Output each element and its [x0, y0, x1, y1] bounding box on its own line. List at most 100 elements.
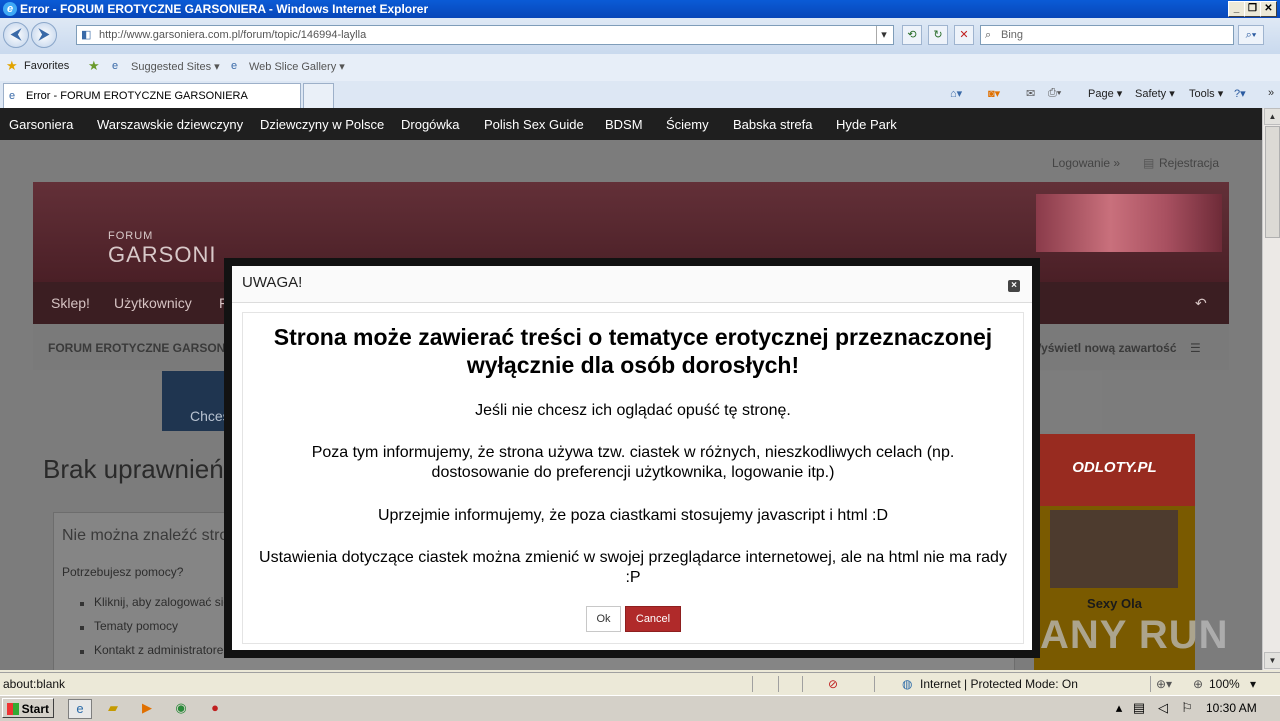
- refresh-button[interactable]: ↻: [928, 25, 948, 45]
- modal-headline: Strona może zawierać treści o tematyce e…: [273, 324, 993, 378]
- forward-button[interactable]: ⮞: [31, 22, 57, 48]
- site-nav-polska[interactable]: Dziewczyny w Polsce: [260, 117, 384, 132]
- maximize-button[interactable]: ❐: [1244, 1, 1261, 17]
- window-title-bar: e Error - FORUM EROTYCZNE GARSONIERA - W…: [0, 0, 1280, 18]
- tab-bar: e Error - FORUM EROTYCZNE GARSONIERA ⌂▾ …: [0, 81, 1280, 108]
- forum-menu-sklep[interactable]: Sklep!: [51, 295, 90, 311]
- favorites-bar: ★ Favorites ★ e Suggested Sites ▾ e Web …: [0, 54, 1280, 82]
- add-favorites-icon[interactable]: ★: [88, 58, 100, 74]
- divider: [874, 676, 875, 692]
- login-help-link[interactable]: Kliknij, aby zalogować się: [94, 595, 230, 609]
- search-input[interactable]: ⌕ Bing: [980, 25, 1234, 45]
- ok-button[interactable]: Ok: [586, 606, 621, 632]
- safety-menu[interactable]: Safety ▾: [1135, 87, 1175, 100]
- site-nav-garsoniera[interactable]: Garsoniera: [9, 117, 73, 132]
- site-nav-babska[interactable]: Babska strefa: [733, 117, 813, 132]
- list-icon[interactable]: ☰: [1190, 341, 1201, 355]
- compatibility-view-button[interactable]: ⟲: [902, 25, 922, 45]
- tray-volume-icon[interactable]: ◁: [1154, 699, 1172, 717]
- help-topics-link[interactable]: Tematy pomocy: [94, 619, 178, 633]
- site-navigation: Garsoniera Warszawskie dziewczyny Dziewc…: [0, 108, 1262, 140]
- suggested-sites-link[interactable]: Suggested Sites ▾: [131, 60, 220, 73]
- clock[interactable]: 10:30 AM: [1206, 701, 1257, 715]
- mail-icon[interactable]: ✉: [1026, 87, 1035, 100]
- search-go-button[interactable]: ⌕▾: [1238, 25, 1264, 45]
- tools-menu[interactable]: Tools ▾: [1189, 87, 1223, 100]
- sidebar-ad-header: ODLOTY.PL: [1034, 434, 1195, 506]
- close-icon[interactable]: ×: [1008, 280, 1020, 292]
- address-bar[interactable]: ◧ http://www.garsoniera.com.pl/forum/top…: [76, 25, 894, 45]
- zone-text[interactable]: Internet | Protected Mode: On: [920, 677, 1078, 691]
- forum-logo[interactable]: FORUM GARSONI: [108, 230, 216, 268]
- security-icon[interactable]: ⊕▾: [1156, 677, 1172, 691]
- site-nav-bdsm[interactable]: BDSM: [605, 117, 643, 132]
- web-content: Garsoniera Warszawskie dziewczyny Dziewc…: [0, 108, 1262, 670]
- start-label: Start: [21, 702, 49, 716]
- help-icon[interactable]: ?▾: [1234, 87, 1246, 100]
- site-nav-warszawskie[interactable]: Warszawskie dziewczyny: [97, 117, 243, 132]
- divider: [778, 676, 779, 692]
- chrome-taskbar-icon[interactable]: ◉: [172, 699, 190, 717]
- modal-paragraph-1: Jeśli nie chcesz ich oglądać opuść tę st…: [475, 402, 791, 419]
- login-link[interactable]: Logowanie »: [1052, 156, 1120, 170]
- address-dropdown-icon[interactable]: ▾: [876, 26, 891, 44]
- security-taskbar-icon[interactable]: ●: [206, 699, 224, 717]
- explorer-taskbar-icon[interactable]: ▰: [104, 699, 122, 717]
- close-window-button[interactable]: ✕: [1260, 1, 1277, 17]
- zoom-level[interactable]: 100%: [1209, 677, 1240, 691]
- home-icon[interactable]: ⌂▾: [950, 87, 962, 100]
- site-nav-drogowka[interactable]: Drogówka: [401, 117, 460, 132]
- popup-blocker-icon[interactable]: ⊘: [828, 677, 838, 691]
- favorites-star-icon: ★: [6, 58, 18, 73]
- modal-paragraph-4: Ustawienia dotyczące ciastek można zmien…: [259, 549, 1007, 586]
- favorites-button[interactable]: Favorites: [24, 60, 69, 72]
- share-icon[interactable]: ↶: [1195, 295, 1207, 312]
- bullet: [80, 650, 84, 654]
- chevron-right-icon[interactable]: »: [1268, 87, 1274, 99]
- tray-arrow-icon[interactable]: ▴: [1110, 699, 1128, 717]
- new-tab-button[interactable]: [303, 83, 334, 108]
- anyrun-watermark: ANY RUN: [1040, 613, 1229, 657]
- site-nav-sciemy[interactable]: Ściemy: [666, 117, 709, 132]
- cancel-button[interactable]: Cancel: [625, 606, 681, 632]
- windows-logo-icon: [7, 703, 19, 715]
- minimize-button[interactable]: _: [1228, 1, 1245, 17]
- new-content-link[interactable]: Wyświetl nową zawartość: [1030, 341, 1177, 355]
- back-button[interactable]: ⮜: [3, 22, 29, 48]
- scroll-up-icon[interactable]: ▲: [1264, 108, 1280, 125]
- modal-header: UWAGA! ×: [232, 266, 1032, 303]
- modal-paragraph-2: Poza tym informujemy, że strona używa tz…: [311, 444, 955, 481]
- tab-active[interactable]: e Error - FORUM EROTYCZNE GARSONIERA: [3, 83, 301, 108]
- register-icon: ▤: [1143, 156, 1155, 170]
- page-menu[interactable]: Page ▾: [1088, 87, 1122, 100]
- site-nav-psg[interactable]: Polish Sex Guide: [484, 117, 584, 132]
- scroll-thumb[interactable]: [1265, 126, 1280, 238]
- vertical-scrollbar[interactable]: ▲ ▼: [1262, 108, 1280, 670]
- ie-taskbar-icon[interactable]: e: [68, 699, 92, 719]
- web-slice-gallery-link[interactable]: Web Slice Gallery ▾: [249, 60, 345, 73]
- tray-network-icon[interactable]: ▤: [1130, 699, 1148, 717]
- globe-icon: ◍: [902, 677, 913, 691]
- media-player-taskbar-icon[interactable]: ▶: [138, 699, 156, 717]
- register-link[interactable]: Rejestracja: [1159, 156, 1219, 170]
- ie-page-icon: e: [231, 60, 238, 72]
- ad-banner-right[interactable]: [1030, 371, 1102, 431]
- zoom-icon[interactable]: ⊕: [1193, 677, 1203, 691]
- feeds-icon[interactable]: ◙▾: [988, 87, 1000, 100]
- zoom-dropdown-icon[interactable]: ▾: [1250, 677, 1256, 691]
- site-nav-hydepark[interactable]: Hyde Park: [836, 117, 897, 132]
- print-icon[interactable]: ⎙▾: [1048, 87, 1061, 100]
- bullet: [80, 602, 84, 606]
- search-placeholder: Bing: [1001, 29, 1024, 41]
- window-title: Error - FORUM EROTYCZNE GARSONIERA - Win…: [20, 2, 429, 16]
- start-button[interactable]: Start: [2, 698, 54, 718]
- modal-body: Strona może zawierać treści o tematyce e…: [242, 312, 1024, 644]
- sidebar-ad-photo: [1050, 510, 1178, 588]
- tab-label: Error - FORUM EROTYCZNE GARSONIERA: [26, 90, 248, 102]
- tray-flag-icon[interactable]: ⚐: [1178, 699, 1196, 717]
- forum-menu-uzytkownicy[interactable]: Użytkownicy: [114, 295, 192, 311]
- scroll-down-icon[interactable]: ▼: [1264, 652, 1280, 669]
- stop-button[interactable]: ✕: [954, 25, 974, 45]
- taskbar: Start e ▰ ▶ ◉ ● ▴ ▤ ◁ ⚐ 10:30 AM: [0, 695, 1280, 721]
- logo-big-text: GARSONI: [108, 242, 217, 267]
